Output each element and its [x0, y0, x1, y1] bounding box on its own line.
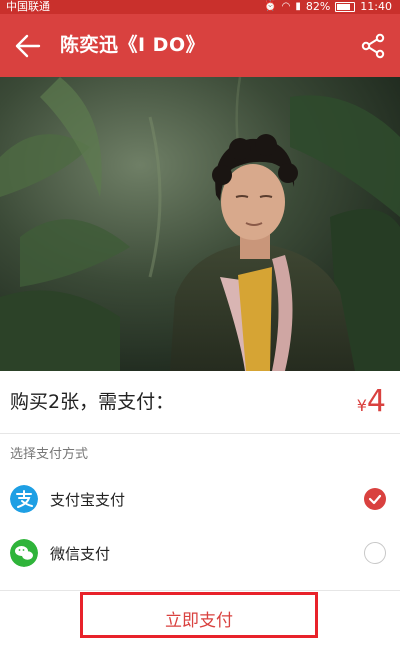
app-header: 陈奕迅《I DO》: [0, 14, 400, 77]
arrow-left-icon: [15, 34, 41, 58]
payment-option-wechat[interactable]: 微信支付: [0, 527, 400, 581]
payment-option-alipay[interactable]: 支付宝支付: [0, 473, 400, 527]
price-amount: 4: [366, 384, 386, 419]
page-title: 陈奕迅《I DO》: [60, 34, 206, 56]
divider: [0, 590, 400, 591]
alipay-icon: [10, 485, 38, 513]
carrier-name: 中国联通: [6, 0, 50, 13]
share-button[interactable]: [360, 33, 386, 59]
wechat-icon: [10, 539, 38, 567]
price: ¥4: [357, 371, 386, 437]
alarm-icon: ⏰: [264, 1, 277, 12]
checkmark-icon: [368, 494, 382, 505]
wifi-icon: ◠: [281, 1, 291, 12]
purchase-summary: 购买2张，需支付： ¥4: [0, 371, 400, 434]
payment-method-label: 选择支付方式: [10, 447, 89, 462]
battery-icon: [335, 2, 356, 12]
signal-icon: ▮: [295, 1, 301, 12]
radio-selected[interactable]: [364, 488, 386, 510]
pay-now-button[interactable]: 立即支付: [80, 592, 318, 638]
status-bar: 中国联通 ⏰ ◠ ▮ 82% 11:40: [0, 0, 400, 14]
clock: 11:40: [360, 0, 392, 13]
back-button[interactable]: [14, 33, 42, 59]
battery-percent: 82%: [305, 0, 331, 13]
album-cover-photo: [0, 77, 400, 371]
purchase-summary-text: 购买2张，需支付：: [10, 391, 175, 413]
status-icons: ⏰ ◠ ▮ 82% 11:40: [264, 0, 392, 14]
payment-option-label: 微信支付: [50, 545, 111, 563]
radio-unselected[interactable]: [364, 542, 386, 564]
payment-option-label: 支付宝支付: [50, 491, 126, 509]
currency-symbol: ¥: [356, 396, 367, 415]
share-icon: [361, 33, 385, 59]
